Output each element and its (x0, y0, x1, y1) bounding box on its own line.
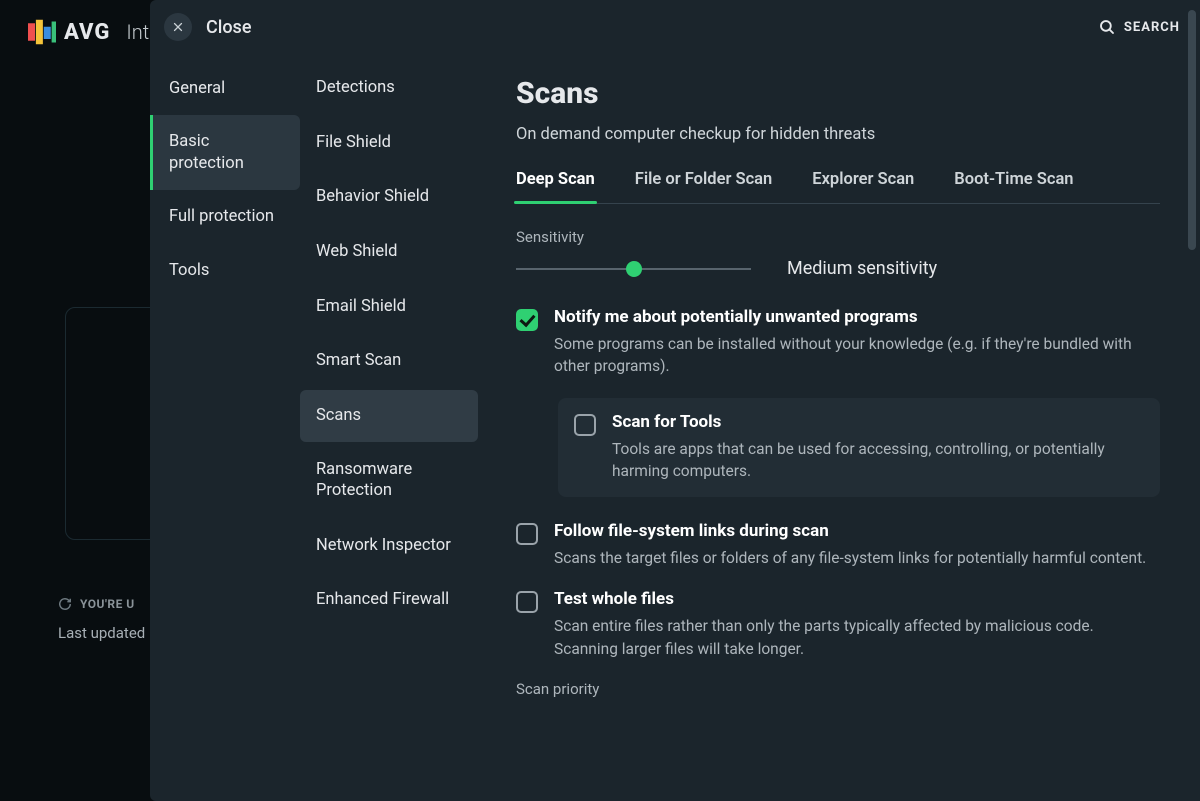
settings-panel: Close SEARCH GeneralBasic protectionFull… (150, 0, 1200, 801)
page-subtitle: On demand computer checkup for hidden th… (516, 125, 1160, 144)
nav2-item-network-inspector[interactable]: Network Inspector (300, 520, 478, 573)
scan-tabs: Deep Scan File or Folder Scan Explorer Sca… (516, 170, 1160, 204)
option-follow-file-system-links-during-scan: Follow file-system links during scan Scan… (516, 521, 1160, 569)
status-text: YOU'RE U (80, 597, 135, 611)
sensitivity-value: Medium sensitivity (787, 258, 937, 279)
tab-boot-time-scan[interactable]: Boot-Time Scan (954, 170, 1073, 203)
tab-file-or-folder-scan[interactable]: File or Folder Scan (635, 170, 773, 203)
option-title: Notify me about potentially unwanted pro… (554, 307, 1160, 327)
brand-name: AVG (64, 20, 110, 45)
nav2-item-file-shield[interactable]: File Shield (300, 117, 478, 170)
close-button[interactable]: Close (164, 13, 251, 41)
option-desc: Tools are apps that can be used for acce… (612, 438, 1144, 483)
brand-logo: AVG Int (28, 18, 149, 46)
nav2-item-scans[interactable]: Scans (300, 390, 478, 443)
nav2-item-smart-scan[interactable]: Smart Scan (300, 335, 478, 388)
sub-option-scan-for-tools: Scan for Tools Tools are apps that can be… (558, 398, 1160, 497)
page-title: Scans (516, 76, 1160, 111)
option-test-whole-files: Test whole files Scan entire files rather… (516, 589, 1160, 660)
product-name-fragment: Int (126, 20, 149, 44)
checkbox[interactable] (516, 309, 538, 331)
nav2-item-email-shield[interactable]: Email Shield (300, 281, 478, 334)
scan-priority-label: Scan priority (516, 680, 1160, 698)
tab-explorer-scan[interactable]: Explorer Scan (812, 170, 914, 203)
option-desc: Scan entire files rather than only the p… (554, 615, 1160, 660)
nav2-item-behavior-shield[interactable]: Behavior Shield (300, 171, 478, 224)
option-desc: Some programs can be installed without y… (554, 333, 1160, 378)
close-label: Close (206, 17, 251, 38)
nav1-item-general[interactable]: General (150, 62, 300, 115)
search-button[interactable]: SEARCH (1098, 18, 1180, 36)
nav-primary: GeneralBasic protectionFull protectionTo… (150, 54, 300, 801)
option-title: Scan for Tools (612, 412, 1144, 432)
sensitivity-row: Medium sensitivity (516, 258, 1160, 279)
search-label: SEARCH (1124, 20, 1180, 35)
nav2-item-web-shield[interactable]: Web Shield (300, 226, 478, 279)
nav2-item-enhanced-firewall[interactable]: Enhanced Firewall (300, 574, 478, 627)
status-line: YOU'RE U (58, 597, 135, 611)
tab-deep-scan[interactable]: Deep Scan (516, 170, 595, 203)
sensitivity-slider[interactable] (516, 260, 751, 278)
option-title: Test whole files (554, 589, 1160, 609)
refresh-icon (58, 597, 72, 611)
last-updated-fragment: Last updated (58, 624, 145, 642)
panel-header: Close SEARCH (150, 0, 1200, 54)
nav-secondary: DetectionsFile ShieldBehavior ShieldWeb … (300, 54, 486, 801)
checkbox[interactable] (516, 591, 538, 613)
option-title: Follow file-system links during scan (554, 521, 1160, 541)
nav2-item-ransomware-protection[interactable]: Ransomware Protection (300, 444, 478, 517)
close-icon (172, 21, 184, 33)
search-icon (1098, 18, 1116, 36)
nav2-item-detections[interactable]: Detections (300, 62, 478, 115)
sensitivity-label: Sensitivity (516, 228, 1160, 246)
checkbox[interactable] (516, 523, 538, 545)
content-area: Scans On demand computer checkup for hid… (486, 54, 1200, 801)
content-scrollbar[interactable] (1188, 54, 1196, 250)
nav1-item-full-protection[interactable]: Full protection (150, 190, 300, 243)
checkbox[interactable] (574, 414, 596, 436)
avg-logo-icon (28, 18, 56, 46)
nav1-item-tools[interactable]: Tools (150, 244, 300, 297)
nav1-item-basic-protection[interactable]: Basic protection (150, 115, 300, 190)
panel-body: GeneralBasic protectionFull protectionTo… (150, 54, 1200, 801)
close-icon-wrap (164, 13, 192, 41)
slider-thumb[interactable] (626, 261, 642, 277)
option-desc: Scans the target files or folders of any… (554, 547, 1160, 569)
option-notify-me-about-potentially-unwanted-pro: Notify me about potentially unwanted pro… (516, 307, 1160, 378)
